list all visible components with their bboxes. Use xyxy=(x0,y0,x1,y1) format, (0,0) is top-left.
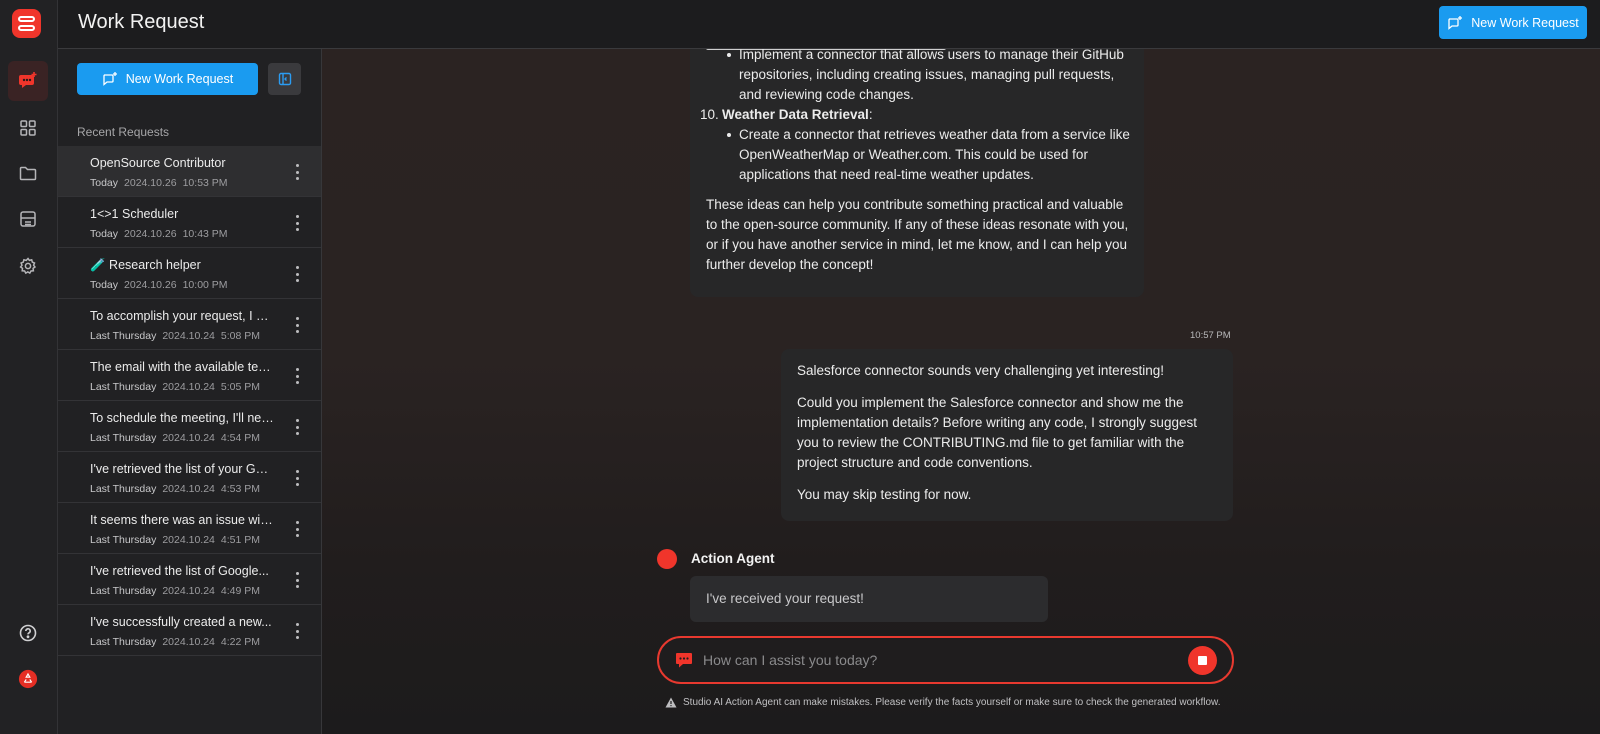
sidebar-toggle-icon xyxy=(278,72,291,86)
request-title: The email with the available team... xyxy=(90,360,275,374)
assistant-ideas-list: Implement a connector that allows users … xyxy=(700,49,1136,185)
request-item[interactable]: To schedule the meeting, I'll need ... L… xyxy=(58,401,321,452)
request-title: I've retrieved the list of Google... xyxy=(90,564,269,578)
request-title: To accomplish your request, I will... xyxy=(90,309,275,323)
chat-input[interactable] xyxy=(703,648,1173,672)
list-bullet: Implement a connector that allows users … xyxy=(706,49,1136,105)
list-numbered-item: 10. Weather Data Retrieval: xyxy=(700,105,1136,125)
request-title: To schedule the meeting, I'll need ... xyxy=(90,411,275,425)
request-item[interactable]: OpenSource Contributor Today 2024.10.26 10… xyxy=(58,146,321,197)
request-title: It seems there was an issue with... xyxy=(90,513,275,527)
user-message: Salesforce connector sounds very challen… xyxy=(781,349,1233,521)
request-title: 1<>1 Scheduler xyxy=(90,207,179,221)
request-title: I've retrieved the list of your Googl... xyxy=(90,462,275,476)
more-options-icon[interactable] xyxy=(292,572,302,588)
app-logo-icon[interactable] xyxy=(12,9,41,38)
request-meta: Last Thursday 2024.10.24 5:08 PM xyxy=(90,330,261,342)
request-item[interactable]: The email with the available team... Las… xyxy=(58,350,321,401)
request-meta: Today 2024.10.26 10:43 PM xyxy=(90,228,228,240)
stop-generation-button[interactable] xyxy=(1188,646,1217,675)
sidebar-new-work-request-button[interactable]: New Work Request xyxy=(77,63,258,95)
rail-work-request-icon[interactable] xyxy=(8,61,48,101)
more-options-icon[interactable] xyxy=(292,266,302,282)
request-meta: Today 2024.10.26 10:00 PM xyxy=(90,279,228,291)
list-bullet: Create a connector that retrieves weathe… xyxy=(706,125,1136,185)
top-header: Work Request New Work Request xyxy=(58,0,1600,49)
request-item[interactable]: It seems there was an issue with... Last… xyxy=(58,503,321,554)
more-options-icon[interactable] xyxy=(292,470,302,486)
header-new-work-request-button[interactable]: New Work Request xyxy=(1439,6,1587,39)
request-meta: Last Thursday 2024.10.24 4:22 PM xyxy=(90,636,261,648)
message-timestamp: 10:57 PM xyxy=(1190,330,1231,341)
list-item-title: Weather Data Retrieval xyxy=(722,107,869,122)
request-item[interactable]: I've successfully created a new... Last … xyxy=(58,605,321,656)
rail-dashboard-icon[interactable] xyxy=(8,108,48,148)
new-request-icon xyxy=(1448,15,1463,30)
recent-requests-list: OpenSource Contributor Today 2024.10.26 10… xyxy=(58,146,321,656)
more-options-icon[interactable] xyxy=(292,368,302,384)
request-item[interactable]: 🧪 Research helper Today 2024.10.26 10:00 P… xyxy=(58,248,321,299)
request-meta: Last Thursday 2024.10.24 4:49 PM xyxy=(90,585,261,597)
request-title: 🧪 Research helper xyxy=(90,258,201,272)
header-new-work-request-label: New Work Request xyxy=(1471,15,1579,30)
request-title: OpenSource Contributor xyxy=(90,156,226,170)
icon-rail xyxy=(0,0,58,734)
rail-folder-icon[interactable] xyxy=(8,153,48,193)
chat-area: Implement a connector that allows users … xyxy=(322,49,1600,734)
stop-icon xyxy=(1198,656,1207,665)
collapse-sidebar-button[interactable] xyxy=(268,63,301,95)
disclaimer: Studio AI Action Agent can make mistakes… xyxy=(665,697,1221,708)
request-item[interactable]: To accomplish your request, I will... La… xyxy=(58,299,321,350)
agent-reply: I've received your request! xyxy=(690,576,1048,622)
request-meta: Last Thursday 2024.10.24 4:53 PM xyxy=(90,483,261,495)
disclaimer-text: Studio AI Action Agent can make mistakes… xyxy=(683,697,1221,708)
more-options-icon[interactable] xyxy=(292,521,302,537)
assistant-message: Implement a connector that allows users … xyxy=(690,49,1144,297)
request-meta: Last Thursday 2024.10.24 4:54 PM xyxy=(90,432,261,444)
request-title: I've successfully created a new... xyxy=(90,615,272,629)
rail-store-icon[interactable] xyxy=(8,199,48,239)
request-meta: Last Thursday 2024.10.24 5:05 PM xyxy=(90,381,261,393)
agent-avatar xyxy=(657,549,677,569)
list-number: 10. xyxy=(700,107,719,122)
user-message-paragraph: Could you implement the Salesforce conne… xyxy=(797,395,1197,470)
chat-input-container xyxy=(657,636,1234,684)
recent-requests-heading: Recent Requests xyxy=(77,125,170,139)
user-message-paragraph: You may skip testing for now. xyxy=(797,487,972,502)
more-options-icon[interactable] xyxy=(292,623,302,639)
agent-name: Action Agent xyxy=(691,551,775,566)
more-options-icon[interactable] xyxy=(292,317,302,333)
sidebar-new-work-request-label: New Work Request xyxy=(125,72,234,86)
rail-settings-gear-icon[interactable] xyxy=(8,246,48,286)
user-message-paragraph: Salesforce connector sounds very challen… xyxy=(797,363,1164,378)
more-options-icon[interactable] xyxy=(292,215,302,231)
request-meta: Last Thursday 2024.10.24 4:51 PM xyxy=(90,534,261,546)
request-meta: Today 2024.10.26 10:53 PM xyxy=(90,177,228,189)
more-options-icon[interactable] xyxy=(292,419,302,435)
assistant-closing-paragraph: These ideas can help you contribute some… xyxy=(706,197,1129,272)
user-avatar-icon[interactable] xyxy=(8,659,48,699)
help-icon[interactable] xyxy=(8,613,48,653)
requests-sidebar: New Work Request Recent Requests OpenSou… xyxy=(58,49,322,734)
new-request-icon xyxy=(103,72,117,86)
warning-icon xyxy=(665,697,677,708)
more-options-icon[interactable] xyxy=(292,164,302,180)
request-item[interactable]: 1<>1 Scheduler Today 2024.10.26 10:43 PM xyxy=(58,197,321,248)
request-item[interactable]: I've retrieved the list of Google... Las… xyxy=(58,554,321,605)
chat-bubble-icon xyxy=(676,653,692,668)
request-item[interactable]: I've retrieved the list of your Googl...… xyxy=(58,452,321,503)
page-title: Work Request xyxy=(78,11,205,33)
